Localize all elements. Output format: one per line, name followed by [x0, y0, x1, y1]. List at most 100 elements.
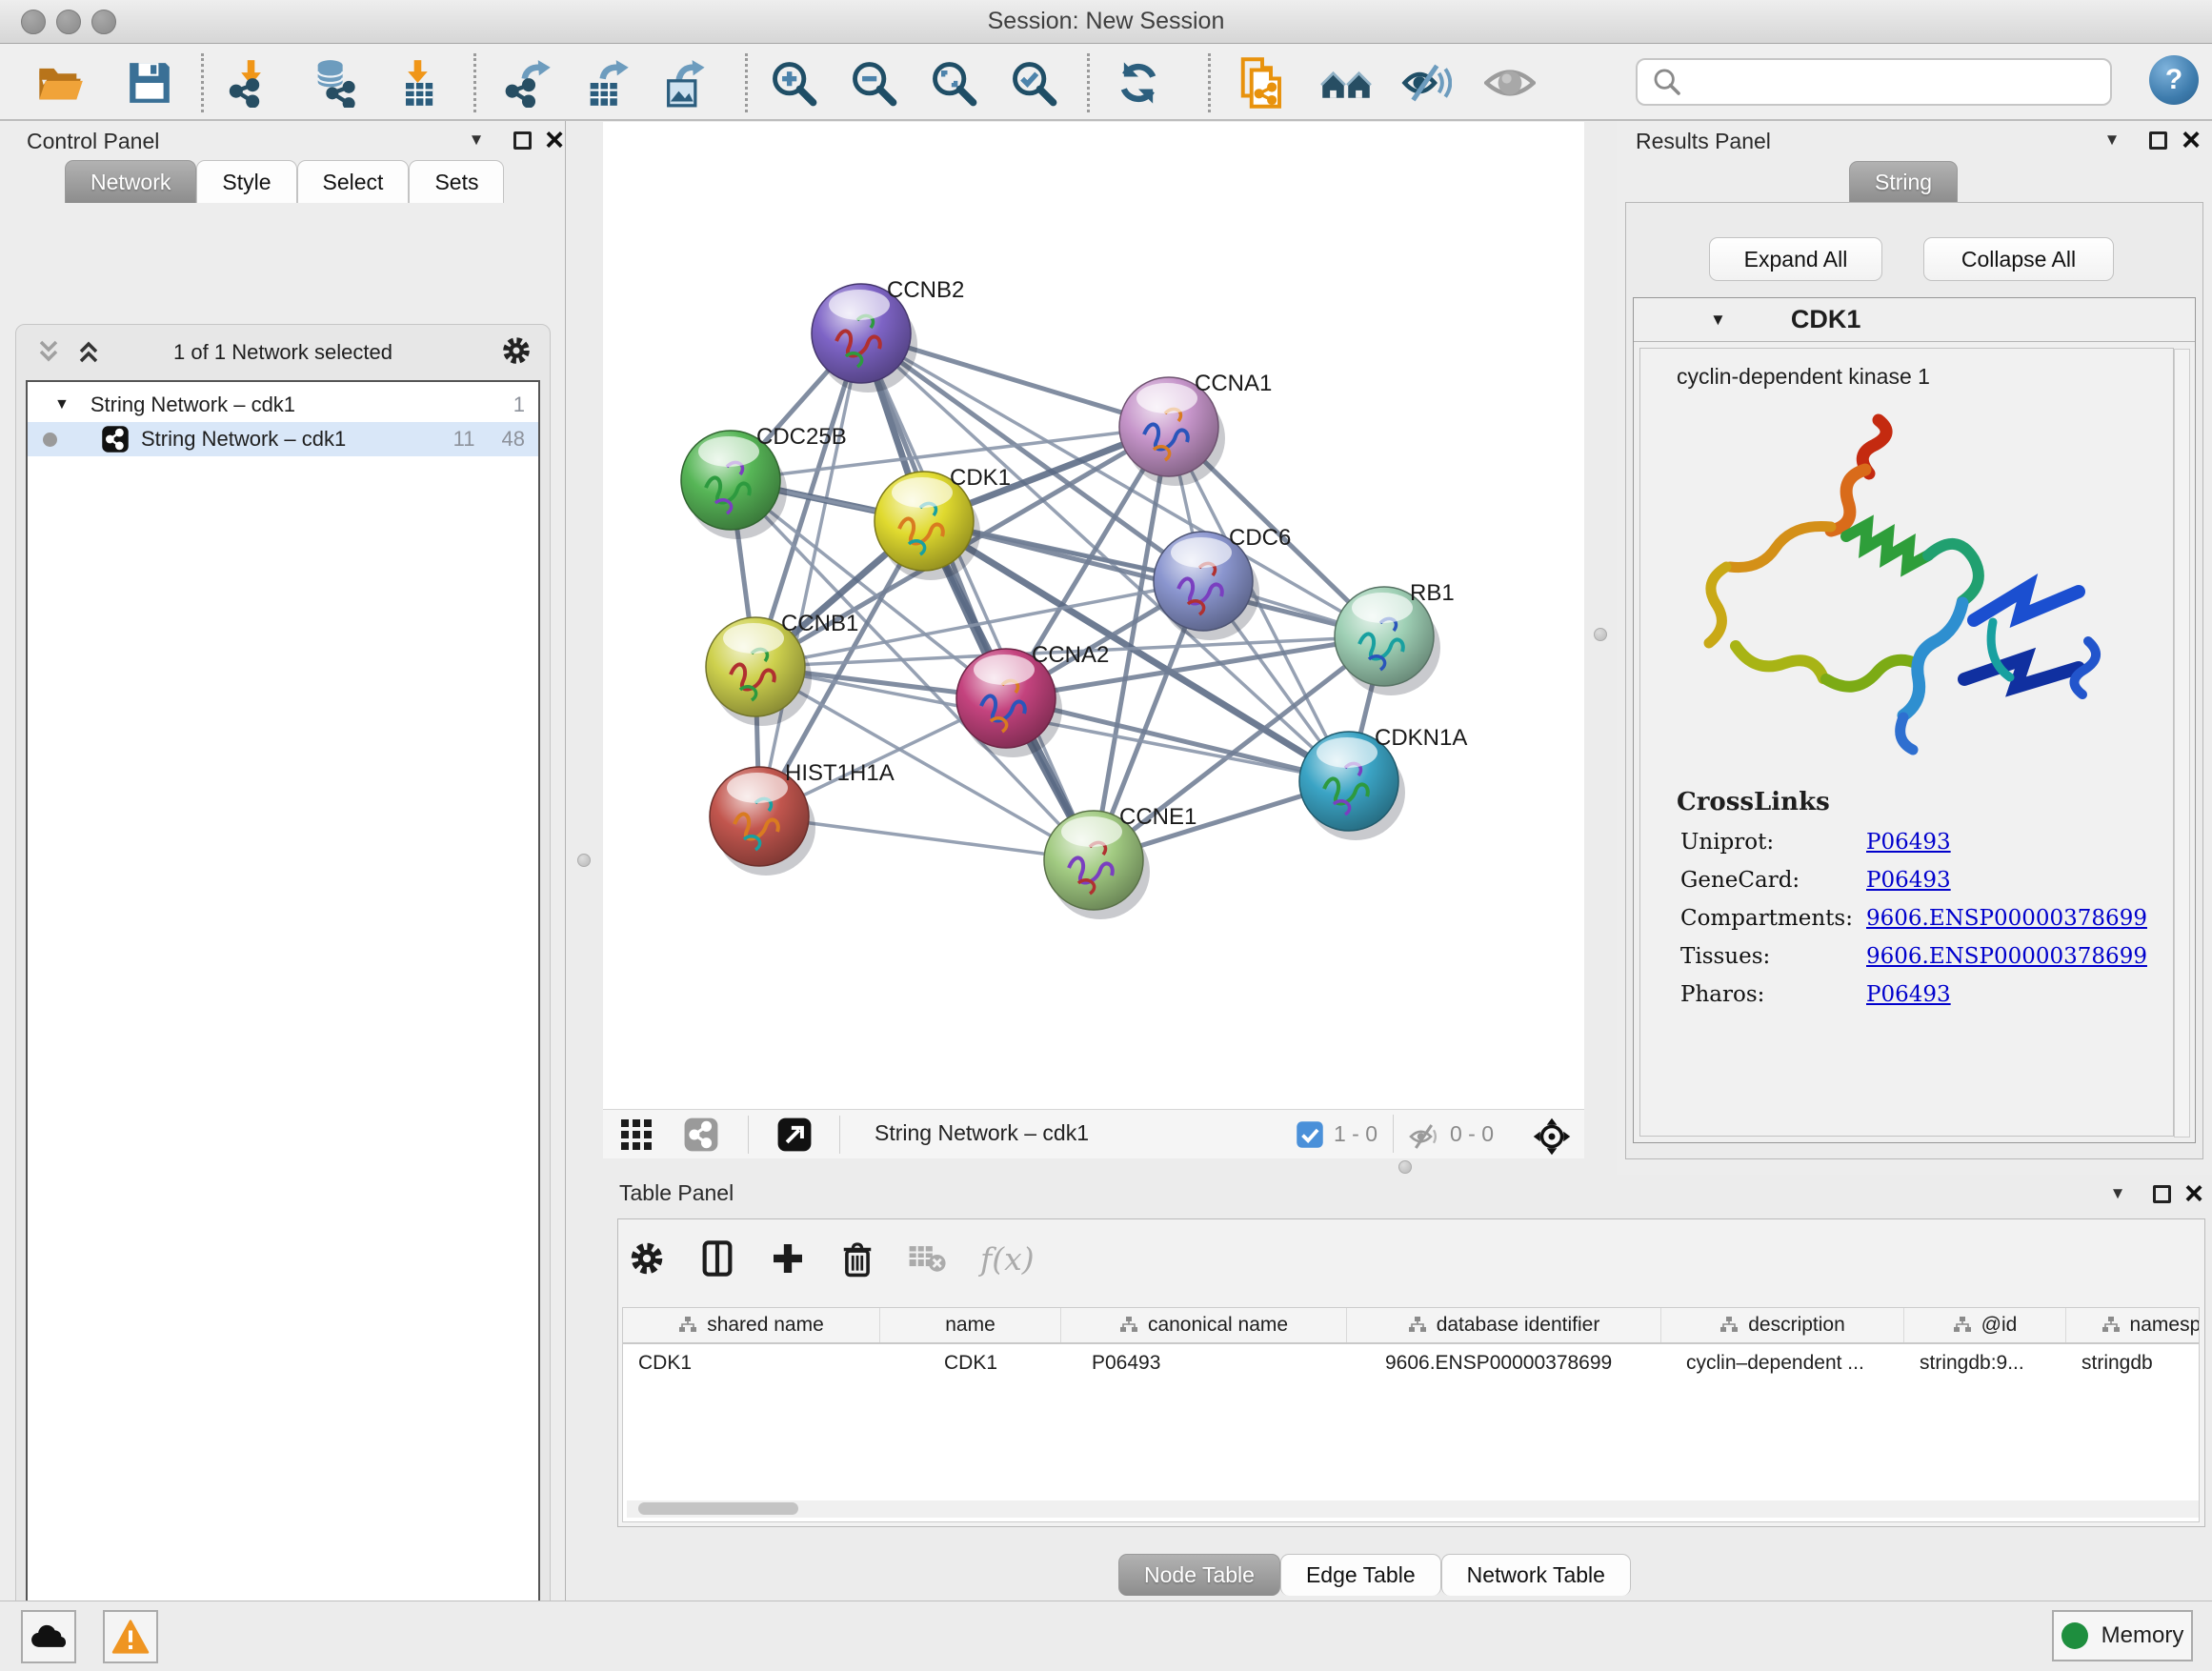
- delete-column-button[interactable]: [839, 1239, 875, 1278]
- network-view-share-button[interactable]: [683, 1117, 719, 1153]
- network-node-rb1[interactable]: RB1: [1335, 580, 1455, 695]
- results-panel-collapse-button[interactable]: ▼: [2098, 121, 2126, 159]
- network-view-canvas[interactable]: CCNB2CCNA1CDC25BCDK1CDC6RB1CCNB1CCNA2CDK…: [603, 122, 1584, 1109]
- import-table-button[interactable]: [392, 57, 444, 109]
- table-panel-close-button[interactable]: ×: [2180, 1175, 2208, 1213]
- zoom-out-button[interactable]: [848, 57, 899, 109]
- protein-section-header[interactable]: ▼ CDK1: [1634, 298, 2195, 342]
- table-row[interactable]: CDK1 CDK1 P06493 9606.ENSP00000378699 cy…: [623, 1344, 2199, 1382]
- crosslink-link[interactable]: P06493: [1866, 868, 1951, 893]
- import-network-from-database-button[interactable]: [309, 57, 360, 109]
- splitter-handle[interactable]: [1594, 628, 1607, 641]
- tab-node-table[interactable]: Node Table: [1118, 1554, 1280, 1596]
- selected-nodes-checkbox[interactable]: [1296, 1120, 1324, 1149]
- network-node-ccnb2[interactable]: CCNB2: [812, 277, 964, 393]
- refresh-button[interactable]: [1113, 57, 1164, 109]
- tab-style[interactable]: Style: [196, 160, 296, 203]
- network-collection-row[interactable]: ▼ String Network – cdk1 1: [28, 388, 538, 422]
- network-edge[interactable]: [759, 333, 861, 816]
- expand-all-button[interactable]: Expand All: [1709, 237, 1882, 281]
- main-toolbar: ?: [0, 44, 2212, 121]
- network-node-ccna1[interactable]: CCNA1: [1119, 371, 1272, 486]
- crosslink-link[interactable]: P06493: [1866, 982, 1951, 1007]
- control-panel-close-button[interactable]: ×: [540, 121, 569, 159]
- node-label: CCNA2: [1032, 642, 1109, 668]
- export-view-button[interactable]: [776, 1117, 813, 1153]
- string-network-graph[interactable]: CCNB2CCNA1CDC25BCDK1CDC6RB1CCNB1CCNA2CDK…: [603, 122, 1584, 1109]
- control-panel-float-button[interactable]: [508, 121, 536, 159]
- crosslink-link[interactable]: P06493: [1866, 830, 1951, 855]
- splitter-handle[interactable]: [1398, 1160, 1412, 1174]
- scrollbar-thumb[interactable]: [638, 1502, 798, 1515]
- table-options-button[interactable]: [628, 1239, 666, 1278]
- birdseye-view-button[interactable]: [620, 1118, 653, 1151]
- control-panel-collapse-button[interactable]: ▼: [462, 121, 491, 159]
- results-panel-float-button[interactable]: [2143, 121, 2172, 159]
- network-edge[interactable]: [861, 333, 1094, 860]
- cell-shared-name: CDK1: [623, 1352, 880, 1375]
- zoom-selected-button[interactable]: [1008, 57, 1059, 109]
- results-scrollbar[interactable]: [2174, 349, 2190, 1137]
- export-network-button[interactable]: [503, 57, 554, 109]
- export-table-button[interactable]: [581, 57, 633, 109]
- fit-content-button[interactable]: [1532, 1117, 1572, 1157]
- clone-network-button[interactable]: [1237, 57, 1288, 109]
- add-column-button[interactable]: [769, 1239, 807, 1278]
- column-header[interactable]: description: [1661, 1308, 1904, 1342]
- tab-string-results[interactable]: String: [1849, 161, 1958, 203]
- warnings-button[interactable]: [103, 1610, 158, 1663]
- node-table: shared name name canonical name database…: [622, 1307, 2200, 1522]
- export-image-button[interactable]: [659, 57, 711, 109]
- show-hidden-button[interactable]: [1484, 57, 1536, 109]
- tab-network[interactable]: Network: [65, 160, 196, 203]
- tab-sets[interactable]: Sets: [409, 160, 504, 203]
- column-header[interactable]: namespac: [2066, 1308, 2200, 1342]
- tab-select[interactable]: Select: [297, 160, 410, 203]
- search-input[interactable]: [1691, 63, 2110, 101]
- table-box: f(x) shared name name canonical name: [617, 1218, 2205, 1527]
- zoom-fit-button[interactable]: [928, 57, 979, 109]
- open-session-button[interactable]: [34, 57, 86, 109]
- cloud-status-button[interactable]: [21, 1610, 76, 1663]
- node-label: CDC6: [1229, 525, 1291, 551]
- show-columns-button[interactable]: [698, 1239, 736, 1278]
- section-expander-icon[interactable]: ▼: [1710, 311, 1726, 330]
- results-panel-close-button[interactable]: ×: [2177, 121, 2205, 159]
- network-node-ccnb1[interactable]: CCNB1: [706, 611, 858, 726]
- table-panel-collapse-button[interactable]: ▼: [2103, 1175, 2132, 1213]
- column-header[interactable]: database identifier: [1347, 1308, 1661, 1342]
- network-node-ccna2[interactable]: CCNA2: [956, 642, 1109, 757]
- import-network-button[interactable]: [225, 57, 276, 109]
- column-header[interactable]: canonical name: [1061, 1308, 1347, 1342]
- table-horizontal-scrollbar[interactable]: [627, 1500, 2200, 1518]
- hide-selected-button[interactable]: [1400, 57, 1452, 109]
- splitter-handle[interactable]: [577, 854, 591, 867]
- network-options-button[interactable]: [500, 334, 533, 367]
- table-panel-float-button[interactable]: [2147, 1175, 2176, 1213]
- tab-edge-table[interactable]: Edge Table: [1280, 1554, 1441, 1596]
- hierarchy-icon: [1953, 1316, 1972, 1335]
- network-node-ccne1[interactable]: CCNE1: [1044, 804, 1196, 919]
- help-button[interactable]: ?: [2149, 55, 2199, 105]
- crosslink-link[interactable]: 9606.ENSP00000378699: [1866, 944, 2147, 969]
- collapse-all-button[interactable]: Collapse All: [1923, 237, 2114, 281]
- show-all-networks-button[interactable]: [1320, 57, 1372, 109]
- tree-expander-icon[interactable]: ▼: [54, 396, 70, 413]
- network-row[interactable]: String Network – cdk1 11 48: [28, 422, 538, 456]
- delete-table-button[interactable]: [908, 1241, 948, 1276]
- function-builder-button[interactable]: f(x): [980, 1240, 1035, 1278]
- column-header[interactable]: @id: [1904, 1308, 2066, 1342]
- column-header[interactable]: name: [880, 1308, 1061, 1342]
- network-node-cdc6[interactable]: CDC6: [1154, 525, 1291, 640]
- tab-network-table[interactable]: Network Table: [1441, 1554, 1631, 1596]
- save-session-button[interactable]: [124, 57, 175, 109]
- network-node-hist1h1a[interactable]: HIST1H1A: [710, 760, 895, 876]
- memory-button[interactable]: Memory: [2052, 1610, 2193, 1661]
- crosslink-link[interactable]: 9606.ENSP00000378699: [1866, 906, 2147, 931]
- toolbar-separator: [1208, 53, 1211, 112]
- zoom-in-button[interactable]: [768, 57, 819, 109]
- crosslink-row: Compartments: 9606.ENSP00000378699: [1680, 906, 2173, 931]
- column-header[interactable]: shared name: [623, 1308, 880, 1342]
- hidden-elements-button[interactable]: [1408, 1122, 1442, 1151]
- network-node-cdkn1a[interactable]: CDKN1A: [1299, 725, 1467, 840]
